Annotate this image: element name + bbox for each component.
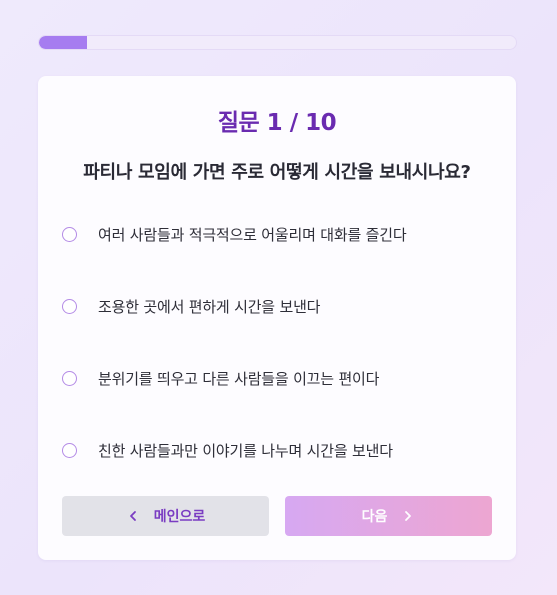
next-button[interactable]: 다음 [285,496,492,536]
answer-option-label: 분위기를 띄우고 다른 사람들을 이끄는 편이다 [98,369,380,388]
answer-option-2[interactable]: 조용한 곳에서 편하게 시간을 보낸다 [62,270,492,342]
chevron-right-icon [405,511,412,521]
progress-bar-fill [39,36,87,49]
next-button-label: 다음 [361,509,388,525]
question-card: 질문 1 / 10 파티나 모임에 가면 주로 어떻게 시간을 보내시나요? 여… [38,76,516,560]
answer-option-4[interactable]: 친한 사람들과만 이야기를 나누며 시간을 보낸다 [62,414,492,486]
chevron-left-icon [129,511,136,521]
main-menu-button[interactable]: 메인으로 [62,496,269,536]
answer-option-label: 조용한 곳에서 편하게 시간을 보낸다 [98,297,321,316]
radio-button[interactable] [62,442,77,458]
answer-option-label: 친한 사람들과만 이야기를 나누며 시간을 보낸다 [98,441,393,460]
radio-button[interactable] [62,370,77,386]
progress-bar [38,35,517,50]
answer-option-label: 여러 사람들과 적극적으로 어울리며 대화를 즐긴다 [98,225,407,244]
question-text: 파티나 모임에 가면 주로 어떻게 시간을 보내시나요? [83,162,471,183]
radio-button[interactable] [62,298,77,314]
answer-option-1[interactable]: 여러 사람들과 적극적으로 어울리며 대화를 즐긴다 [62,198,492,270]
main-menu-button-label: 메인으로 [153,509,206,525]
answer-option-3[interactable]: 분위기를 띄우고 다른 사람들을 이끄는 편이다 [62,342,492,414]
answer-options: 여러 사람들과 적극적으로 어울리며 대화를 즐긴다 조용한 곳에서 편하게 시… [62,208,492,486]
radio-button[interactable] [62,226,77,242]
question-counter: 질문 1 / 10 [217,110,337,136]
